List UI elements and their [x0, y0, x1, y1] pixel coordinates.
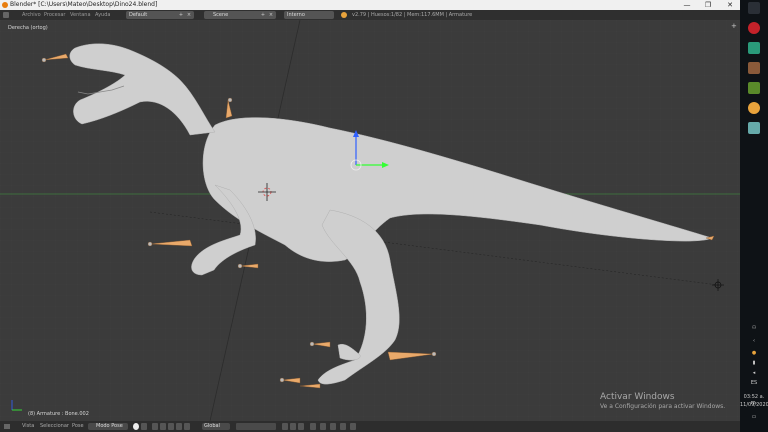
add-scene-icon[interactable]: +: [260, 11, 266, 19]
watermark-subtitle: Ve a Configuración para activar Windows.: [600, 403, 726, 410]
viewport-footer: Vista Seleccionar Pose Modo Pose Global: [0, 421, 740, 432]
pose-copy-icon[interactable]: [282, 423, 288, 430]
remove-scene-icon[interactable]: ×: [268, 11, 274, 19]
layer-icon[interactable]: [184, 423, 190, 430]
menu-vista[interactable]: Vista: [22, 421, 34, 432]
watermark-title: Activar Windows: [600, 392, 675, 402]
menu-procesar[interactable]: Procesar: [44, 10, 65, 20]
scene-selector[interactable]: Scene + ×: [204, 11, 276, 19]
store-icon[interactable]: [748, 42, 760, 54]
activate-windows-watermark: Activar Windows Ve a Configuración para …: [600, 392, 725, 410]
mode-value: Modo Pose: [96, 423, 123, 429]
network-icon[interactable]: ▮: [746, 360, 762, 366]
blender-logo-icon: [2, 2, 8, 8]
mode-select[interactable]: Modo Pose: [88, 423, 128, 430]
app-icon[interactable]: [748, 62, 760, 74]
editor-type-icon[interactable]: [3, 12, 9, 18]
render-engine-select[interactable]: Interno: [284, 11, 334, 19]
3d-viewport[interactable]: Derecha (ortog) (8) Armature : Bone.002 …: [0, 20, 740, 421]
render-icon[interactable]: [340, 423, 346, 430]
window-title: Blender* [C:\Users\Mateo\Desktop\Dino24.…: [10, 1, 158, 8]
layers-grid[interactable]: [236, 423, 276, 430]
language-icon[interactable]: ES: [746, 380, 762, 386]
volume-icon[interactable]: ◂: [746, 370, 762, 376]
notifications-icon[interactable]: ▭: [746, 414, 762, 420]
manipulator-toggle-icon[interactable]: [152, 423, 158, 430]
scene-stats: v2.79 | Huesos:1/82 | Mem:117.6MM | Arma…: [352, 12, 473, 18]
minimize-button[interactable]: —: [677, 0, 697, 10]
chevron-icon[interactable]: ‹: [746, 338, 762, 344]
maximize-button[interactable]: ❐: [698, 0, 718, 10]
area-plus-icon[interactable]: +: [731, 22, 737, 30]
layout-selector[interactable]: Default + ×: [126, 11, 194, 19]
windows-taskbar: ⚇ ‹ ● ▮ ◂ ES 03:52 a. m. 11/09/2020 ▭: [740, 0, 768, 432]
add-layout-icon[interactable]: +: [178, 11, 184, 19]
opera-icon[interactable]: [748, 22, 760, 34]
viewport-type-icon[interactable]: [4, 424, 10, 429]
blender-taskbar-icon[interactable]: [748, 102, 760, 114]
view-name: Derecha (ortog): [8, 25, 48, 31]
active-object-label: (8) Armature : Bone.002: [28, 411, 89, 417]
render-anim-icon[interactable]: [350, 423, 356, 430]
scene-name: Scene: [213, 12, 229, 18]
menu-pose[interactable]: Pose: [72, 421, 84, 432]
viewport-canvas: [0, 20, 740, 421]
translate-icon[interactable]: [160, 423, 166, 430]
window-titlebar: Blender* [C:\Users\Mateo\Desktop\Dino24.…: [0, 0, 740, 10]
menu-ayuda[interactable]: Ayuda: [95, 10, 110, 20]
keying-icon[interactable]: [310, 423, 316, 430]
pose-paste-icon[interactable]: [290, 423, 296, 430]
people-icon[interactable]: ⚇: [746, 325, 762, 331]
layout-name: Default: [129, 12, 148, 18]
minecraft-icon[interactable]: [748, 82, 760, 94]
snap-icon[interactable]: [320, 423, 326, 430]
menu-seleccionar[interactable]: Seleccionar: [40, 421, 69, 432]
app2-icon[interactable]: [748, 122, 760, 134]
menu-ventana[interactable]: Ventana: [70, 10, 91, 20]
blender-icon: [341, 12, 347, 18]
scale-icon[interactable]: [176, 423, 182, 430]
proportional-icon[interactable]: [330, 423, 336, 430]
tray-icon[interactable]: ●: [746, 350, 762, 356]
orientation-select[interactable]: Global: [202, 423, 230, 430]
pose-flip-icon[interactable]: [298, 423, 304, 430]
clock-date[interactable]: 11/09/2020: [740, 402, 768, 408]
remove-layout-icon[interactable]: ×: [186, 11, 192, 19]
pivot-icon[interactable]: [141, 423, 147, 430]
rotate-icon[interactable]: [168, 423, 174, 430]
shading-icon[interactable]: [133, 423, 139, 430]
menu-archivo[interactable]: Archivo: [22, 10, 41, 20]
start-icon[interactable]: [748, 2, 760, 14]
orientation-value: Global: [204, 423, 220, 429]
render-engine-value: Interno: [287, 12, 305, 18]
close-button[interactable]: ✕: [720, 0, 740, 10]
